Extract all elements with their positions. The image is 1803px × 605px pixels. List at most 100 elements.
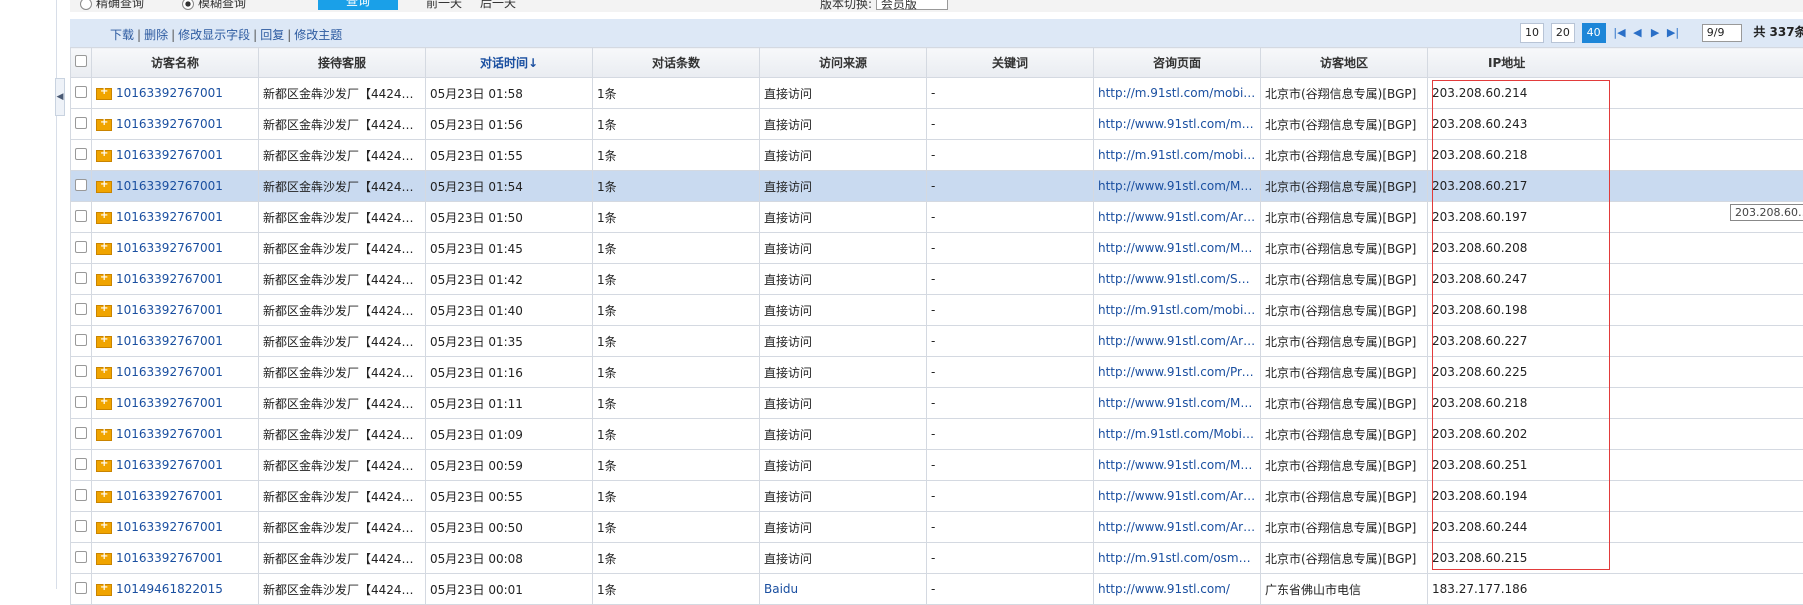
- table-row[interactable]: 10163392767001新都区金犇沙发厂【442488159…05月23日 …: [71, 109, 1803, 140]
- prev-page-icon[interactable]: ◀: [1630, 26, 1644, 39]
- visitor-cell[interactable]: 10163392767001: [92, 264, 259, 295]
- table-row[interactable]: 10149461822015新都区金犇沙发厂【442488159…05月23日 …: [71, 574, 1803, 605]
- visitor-cell[interactable]: 10163392767001: [92, 388, 259, 419]
- visitor-link[interactable]: 10163392767001: [116, 334, 223, 348]
- col-region[interactable]: 访客地区: [1261, 48, 1428, 78]
- page-size-20[interactable]: 20: [1551, 23, 1575, 43]
- visitor-link[interactable]: 10163392767001: [116, 520, 223, 534]
- visitor-link[interactable]: 10163392767001: [116, 458, 223, 472]
- table-row[interactable]: 10163392767001新都区金犇沙发厂【442488159…05月23日 …: [71, 388, 1803, 419]
- row-checkbox[interactable]: [71, 357, 92, 388]
- row-checkbox[interactable]: [71, 326, 92, 357]
- visitor-cell[interactable]: 10163392767001: [92, 450, 259, 481]
- visitor-cell[interactable]: 10163392767001: [92, 357, 259, 388]
- page-size-10[interactable]: 10: [1520, 23, 1544, 43]
- next-day-link[interactable]: 后一天: [480, 0, 516, 11]
- row-checkbox[interactable]: [71, 543, 92, 574]
- select-all-checkbox[interactable]: [71, 48, 92, 78]
- page-cell[interactable]: http://www.91stl.com/Article/cjdz…: [1094, 202, 1261, 233]
- row-checkbox[interactable]: [71, 264, 92, 295]
- row-checkbox[interactable]: [71, 574, 92, 605]
- source-cell[interactable]: Baidu: [760, 574, 927, 605]
- reply-link[interactable]: 回复: [260, 28, 284, 42]
- collapse-arrow-icon[interactable]: ◀: [55, 78, 65, 116]
- visitor-link[interactable]: 10149461822015: [116, 582, 223, 596]
- page-cell[interactable]: http://www.91stl.com/Article/jyby…: [1094, 481, 1261, 512]
- visitor-link[interactable]: 10163392767001: [116, 272, 223, 286]
- edit-fields-link[interactable]: 修改显示字段: [178, 28, 250, 42]
- visitor-cell[interactable]: 10163392767001: [92, 295, 259, 326]
- visitor-cell[interactable]: 10163392767001: [92, 481, 259, 512]
- visitor-link[interactable]: 10163392767001: [116, 489, 223, 503]
- visitor-link[interactable]: 10163392767001: [116, 148, 223, 162]
- visitor-link[interactable]: 10163392767001: [116, 396, 223, 410]
- table-row[interactable]: 10163392767001新都区金犇沙发厂【442488159…05月23日 …: [71, 202, 1803, 233]
- table-row[interactable]: 10163392767001新都区金犇沙发厂【442488159…05月23日 …: [71, 543, 1803, 574]
- col-count[interactable]: 对话条数: [593, 48, 760, 78]
- row-checkbox[interactable]: [71, 481, 92, 512]
- col-agent[interactable]: 接待客服: [259, 48, 426, 78]
- visitor-link[interactable]: 10163392767001: [116, 241, 223, 255]
- page-cell[interactable]: http://www.91stl.com/Mobile/MPr…: [1094, 450, 1261, 481]
- page-cell[interactable]: http://www.91stl.com/Search/Ind…: [1094, 264, 1261, 295]
- edit-theme-link[interactable]: 修改主题: [294, 28, 342, 42]
- table-row[interactable]: 10163392767001新都区金犇沙发厂【442488159…05月23日 …: [71, 357, 1803, 388]
- visitor-cell[interactable]: 10163392767001: [92, 78, 259, 109]
- version-select[interactable]: 会员版: [876, 0, 948, 10]
- download-link[interactable]: 下载: [110, 28, 134, 42]
- col-ip[interactable]: IP地址: [1428, 48, 1803, 78]
- row-checkbox[interactable]: [71, 233, 92, 264]
- visitor-cell[interactable]: 10163392767001: [92, 140, 259, 171]
- table-row[interactable]: 10163392767001新都区金犇沙发厂【442488159…05月23日 …: [71, 450, 1803, 481]
- table-row[interactable]: 10163392767001新都区金犇沙发厂【442488159…05月23日 …: [71, 481, 1803, 512]
- col-keyword[interactable]: 关键词: [927, 48, 1094, 78]
- page-cell[interactable]: http://www.91stl.com/Products/zj…: [1094, 357, 1261, 388]
- next-page-icon[interactable]: ▶: [1648, 26, 1662, 39]
- page-cell[interactable]: http://www.91stl.com/mobile/mp…: [1094, 109, 1261, 140]
- visitor-link[interactable]: 10163392767001: [116, 427, 223, 441]
- visitor-cell[interactable]: 10163392767001: [92, 512, 259, 543]
- visitor-link[interactable]: 10163392767001: [116, 551, 223, 565]
- visitor-link[interactable]: 10163392767001: [116, 303, 223, 317]
- query-button[interactable]: 查询: [318, 0, 398, 10]
- page-select[interactable]: 9/9: [1702, 24, 1742, 42]
- table-row[interactable]: 10163392767001新都区金犇沙发厂【442488159…05月23日 …: [71, 512, 1803, 543]
- row-checkbox[interactable]: [71, 450, 92, 481]
- row-checkbox[interactable]: [71, 419, 92, 450]
- table-row[interactable]: 10163392767001新都区金犇沙发厂【442488159…05月23日 …: [71, 140, 1803, 171]
- visitor-cell[interactable]: 10163392767001: [92, 419, 259, 450]
- table-row[interactable]: 10163392767001新都区金犇沙发厂【442488159…05月23日 …: [71, 264, 1803, 295]
- row-checkbox[interactable]: [71, 388, 92, 419]
- visitor-link[interactable]: 10163392767001: [116, 86, 223, 100]
- prev-day-link[interactable]: 前一天: [426, 0, 462, 11]
- row-checkbox[interactable]: [71, 140, 92, 171]
- table-row[interactable]: 10163392767001新都区金犇沙发厂【442488159…05月23日 …: [71, 233, 1803, 264]
- visitor-cell[interactable]: 10163392767001: [92, 233, 259, 264]
- page-size-40[interactable]: 40: [1582, 23, 1606, 43]
- radio-fuzzy[interactable]: 模糊查询: [182, 0, 246, 11]
- page-cell[interactable]: http://m.91stl.com/mobile/mprod…: [1094, 140, 1261, 171]
- table-row[interactable]: 10163392767001新都区金犇沙发厂【442488159…05月23日 …: [71, 78, 1803, 109]
- page-cell[interactable]: http://m.91stl.com/Mobile/MProd…: [1094, 419, 1261, 450]
- row-checkbox[interactable]: [71, 171, 92, 202]
- row-checkbox[interactable]: [71, 78, 92, 109]
- page-cell[interactable]: http://www.91stl.com/Mobile/MPr…: [1094, 171, 1261, 202]
- visitor-link[interactable]: 10163392767001: [116, 117, 223, 131]
- col-page[interactable]: 咨询页面: [1094, 48, 1261, 78]
- page-cell[interactable]: http://m.91stl.com/mobile/martic…: [1094, 78, 1261, 109]
- page-cell[interactable]: http://www.91stl.com/: [1094, 574, 1261, 605]
- col-source[interactable]: 访问来源: [760, 48, 927, 78]
- page-cell[interactable]: http://www.91stl.com/Mobile/MAr…: [1094, 233, 1261, 264]
- page-cell[interactable]: http://www.91stl.com/Article/osb…: [1094, 512, 1261, 543]
- row-checkbox[interactable]: [71, 109, 92, 140]
- page-cell[interactable]: http://www.91stl.com/Article/fxdq…: [1094, 326, 1261, 357]
- page-cell[interactable]: http://m.91stl.com/mobile/mprod…: [1094, 295, 1261, 326]
- visitor-cell[interactable]: 10149461822015: [92, 574, 259, 605]
- visitor-cell[interactable]: 10163392767001: [92, 109, 259, 140]
- first-page-icon[interactable]: |◀: [1612, 26, 1626, 39]
- last-page-icon[interactable]: ▶|: [1666, 26, 1680, 39]
- page-cell[interactable]: http://m.91stl.com/osmxbysf-1.html: [1094, 543, 1261, 574]
- table-row[interactable]: 10163392767001新都区金犇沙发厂【442488159…05月23日 …: [71, 171, 1803, 202]
- visitor-cell[interactable]: 10163392767001: [92, 171, 259, 202]
- table-row[interactable]: 10163392767001新都区金犇沙发厂【442488159…05月23日 …: [71, 295, 1803, 326]
